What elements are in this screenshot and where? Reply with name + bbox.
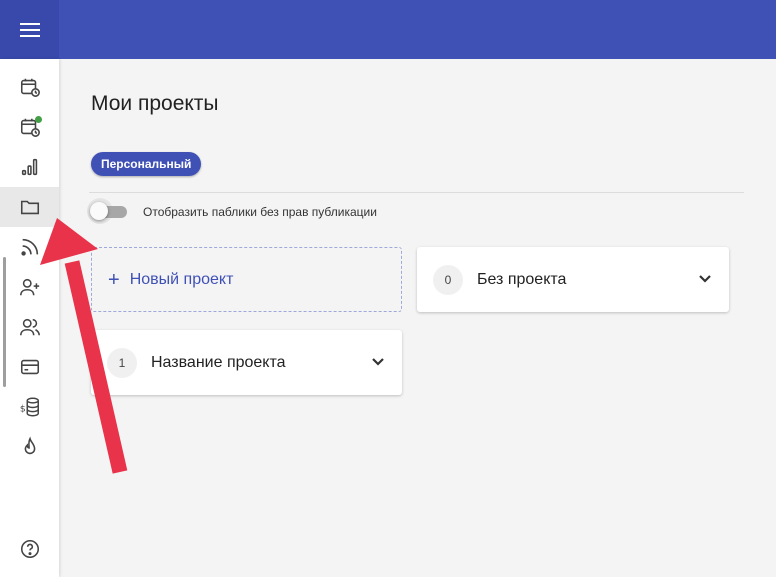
sidebar-item-analytics[interactable]: [0, 147, 59, 187]
sidebar-item-finance[interactable]: $: [0, 387, 59, 427]
sidebar-item-schedule[interactable]: [0, 67, 59, 107]
project-count-badge: 0: [433, 264, 463, 295]
project-name: Без проекта: [477, 270, 567, 288]
project-name: Название проекта: [151, 353, 286, 371]
add-user-icon: [19, 278, 39, 296]
new-project-button[interactable]: + Новый проект: [91, 247, 402, 312]
toggle-thumb: [90, 202, 108, 220]
sidebar-item-feeds[interactable]: [0, 227, 59, 267]
users-icon: [19, 318, 40, 336]
chevron-down-icon[interactable]: [695, 268, 715, 288]
dollar-database-icon: $: [19, 397, 39, 417]
show-publics-toggle[interactable]: [87, 198, 131, 224]
project-card-no-project[interactable]: 0 Без проекта: [417, 247, 729, 312]
divider: [89, 192, 744, 193]
project-card-named[interactable]: 1 Название проекта: [91, 330, 402, 395]
svg-text:$: $: [19, 404, 25, 415]
folder-icon: [20, 200, 39, 215]
sidebar-item-invite[interactable]: [0, 267, 59, 307]
sidebar-item-schedule-notify[interactable]: [0, 107, 59, 147]
hamburger-menu-icon: [19, 22, 40, 37]
personal-filter-chip[interactable]: Персональный: [91, 152, 202, 176]
notification-dot: [35, 116, 42, 123]
fire-icon: [24, 436, 35, 455]
project-count-badge: 1: [107, 347, 137, 378]
help-circle-icon: [20, 539, 39, 559]
new-project-label: Новый проект: [129, 270, 234, 288]
sidebar-item-trending[interactable]: [0, 427, 59, 467]
calendar-clock-icon: [20, 78, 40, 97]
menu-button[interactable]: [0, 0, 59, 59]
sidebar-item-team[interactable]: [0, 307, 59, 347]
sidebar: $: [0, 59, 59, 577]
sidebar-item-billing[interactable]: [0, 347, 59, 387]
show-publics-label: Отобразить паблики без прав публикации: [143, 205, 377, 219]
main-content: Мои проекты Персональный Отобразить пабл…: [59, 59, 776, 577]
credit-card-icon: [20, 359, 39, 375]
plus-icon: +: [108, 268, 120, 291]
rss-icon: [20, 238, 38, 256]
bar-chart-icon: [21, 158, 37, 176]
page-title: Мои проекты: [91, 92, 219, 115]
chevron-down-icon[interactable]: [368, 351, 388, 371]
sidebar-group-indicator: [3, 257, 6, 387]
sidebar-item-projects[interactable]: [0, 187, 59, 227]
sidebar-item-help[interactable]: [0, 529, 59, 569]
top-app-bar: [0, 0, 776, 59]
